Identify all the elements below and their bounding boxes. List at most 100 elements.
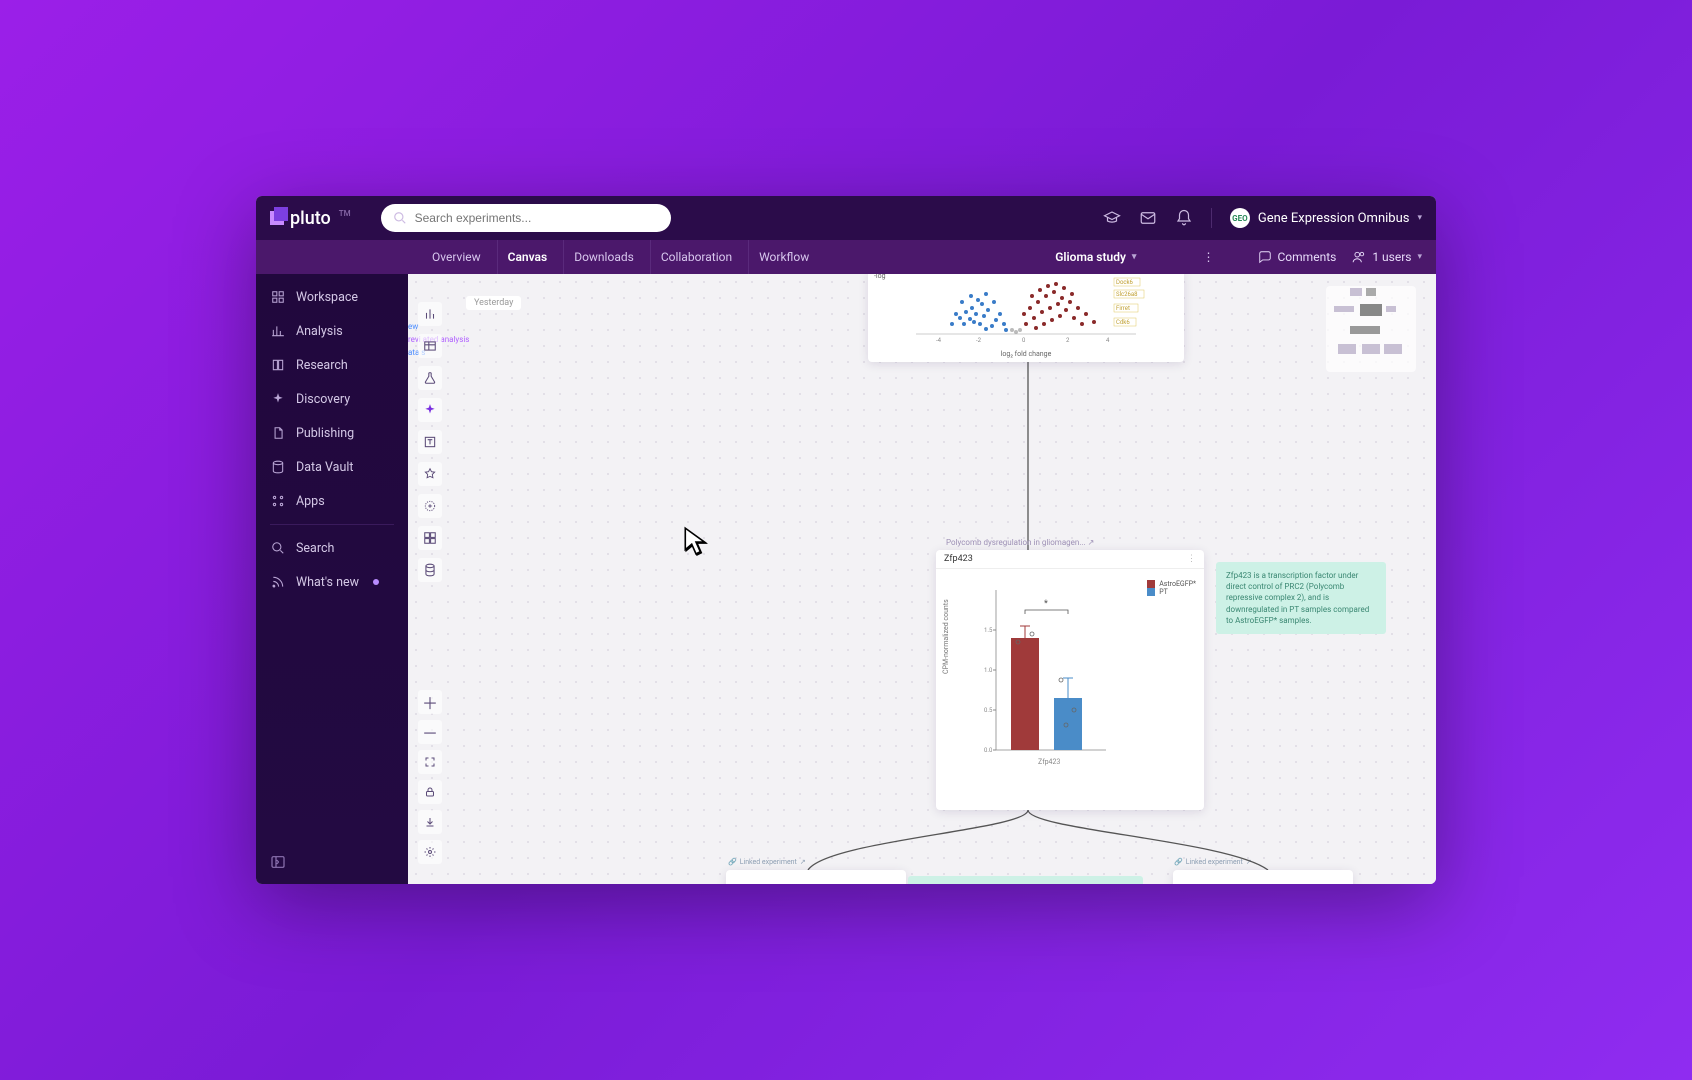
tab-downloads[interactable]: Downloads [563,240,644,274]
sidebar-item-datavault[interactable]: Data Vault [256,450,408,484]
tool-layout[interactable] [418,526,442,550]
svg-text:Slc26a8: Slc26a8 [1116,291,1138,298]
download-button[interactable] [418,810,442,834]
education-icon[interactable] [1103,209,1121,227]
yesterday-pill: Yesterday [466,296,521,310]
more-icon[interactable]: ⋮ [1187,554,1196,564]
search-field[interactable] [415,211,661,225]
chart-icon [270,323,286,339]
connector-fork [708,810,1308,870]
minimap[interactable] [1326,286,1416,372]
sidebar-item-workspace[interactable]: Workspace [256,280,408,314]
page-icon [270,425,286,441]
svg-text:1.5: 1.5 [984,627,993,634]
zoom-in-button[interactable]: ＋ [418,690,442,714]
external-link-icon: ↗ [1088,538,1095,547]
divider [1211,208,1212,228]
search-icon [270,540,286,556]
tab-workflow[interactable]: Workflow [748,240,819,274]
bell-icon[interactable] [1175,209,1193,227]
tab-canvas[interactable]: Canvas [497,240,558,274]
tool-table[interactable] [418,334,442,358]
grid-icon [270,289,286,305]
tool-text[interactable] [418,430,442,454]
svg-text:-2: -2 [976,337,982,344]
svg-text:Cdk6: Cdk6 [1116,319,1130,326]
sidebar: Workspace Analysis Research Discovery Pu… [256,274,408,884]
sidebar-item-apps[interactable]: Apps [256,484,408,518]
sidebar-item-search[interactable]: Search [256,531,408,565]
avatar: GEO [1230,208,1250,228]
comments-button[interactable]: Comments [1258,250,1337,264]
lock-button[interactable] [418,780,442,804]
znf423-note[interactable]: The human ortholog of Zfp423, ZNF423, ha… [908,876,1143,884]
volcano-plot-node[interactable]: -4 -2 0 2 4 Dock6 Slc26a8 Firret Cdk6 -l… [868,274,1184,362]
experiment-card-lgg[interactable]: public Multi-omics example Copy of Brain… [726,870,906,884]
volcano-plot: -4 -2 0 2 4 Dock6 Slc26a8 Firret Cdk6 [872,274,1180,346]
volcano-y-axis: -log [874,274,886,280]
app-window: pluto TM GEO Gene Expression Omnibus [256,196,1436,884]
settings-button[interactable] [418,840,442,864]
svg-text:2: 2 [1066,337,1070,344]
brand-name: pluto [290,208,331,229]
zfp-breadcrumb[interactable]: Polycomb dysregulation in gliomagen... ↗ [940,536,1100,549]
sparkle-icon [270,391,286,407]
separator [270,524,394,525]
tool-chart[interactable] [418,302,442,326]
tool-database[interactable] [418,558,442,582]
svg-text:Dock6: Dock6 [1116,279,1134,286]
book-icon [270,357,286,373]
subnav: Overview Canvas Downloads Collaboration … [256,240,1436,274]
sidebar-item-publishing[interactable]: Publishing [256,416,408,450]
svg-text:0.0: 0.0 [984,747,993,754]
sidebar-item-research[interactable]: Research [256,348,408,382]
mouse-cursor-icon [683,526,709,560]
collapse-sidebar-button[interactable] [270,854,286,874]
canvas[interactable]: ＋ － Yesterday ew [408,274,1436,884]
chevron-down-icon: ▾ [1417,213,1422,223]
zoom-out-button[interactable]: － [418,720,442,744]
top-right: GEO Gene Expression Omnibus ▾ [1103,208,1422,228]
canvas-toolbar [418,302,446,582]
zfp-y-axis: CPM-normalized counts [942,599,950,674]
search-icon [391,209,409,227]
svg-text:*: * [1044,599,1048,609]
svg-text:1.0: 1.0 [984,667,993,674]
svg-text:Firret: Firret [1116,305,1130,312]
user-menu[interactable]: GEO Gene Expression Omnibus ▾ [1230,208,1422,228]
brand-badge: TM [339,209,351,218]
tool-lasso[interactable] [418,494,442,518]
apps-icon [270,493,286,509]
volcano-x-axis: log₂ fold change [1001,350,1052,358]
topbar: pluto TM GEO Gene Expression Omnibus [256,196,1436,240]
view-toolbar: ＋ － [418,690,446,864]
vault-icon [270,459,286,475]
tool-flask[interactable] [418,366,442,390]
svg-text:0: 0 [1022,337,1026,344]
chevron-down-icon: ▾ [1132,252,1137,262]
mail-icon[interactable] [1139,209,1157,227]
search-input[interactable] [381,204,671,232]
sidebar-item-whatsnew[interactable]: What's new [256,565,408,599]
svg-text:0.5: 0.5 [984,707,993,714]
tool-star[interactable] [418,462,442,486]
svg-text:4: 4 [1106,337,1110,344]
svg-text:Zfp423: Zfp423 [1038,758,1060,766]
brand[interactable]: pluto TM [270,208,351,229]
project-title[interactable]: Glioma study ▾ [1055,250,1136,264]
sidebar-item-discovery[interactable]: Discovery [256,382,408,416]
brand-logo-icon [270,211,284,225]
experiment-card-gbm[interactable]: public Multi-omics example Copy of Gliob… [1173,870,1353,884]
zfp-note[interactable]: Zfp423 is a transcription factor under d… [1216,562,1386,634]
more-menu[interactable]: ⋮ [1202,250,1214,264]
fullscreen-button[interactable] [418,750,442,774]
zfp-bar-node[interactable]: Zfp423 ⋮ AstroEGFP* PT 0.0 0.5 1.0 [936,550,1204,810]
users-button[interactable]: 1 users ▾ [1352,250,1422,264]
tab-overview[interactable]: Overview [422,240,491,274]
user-label: Gene Expression Omnibus [1258,211,1410,226]
tool-sparkle[interactable] [418,398,442,422]
zfp-legend: AstroEGFP* PT [1147,580,1196,596]
new-dot-icon [373,579,379,585]
sidebar-item-analysis[interactable]: Analysis [256,314,408,348]
tab-collaboration[interactable]: Collaboration [650,240,742,274]
